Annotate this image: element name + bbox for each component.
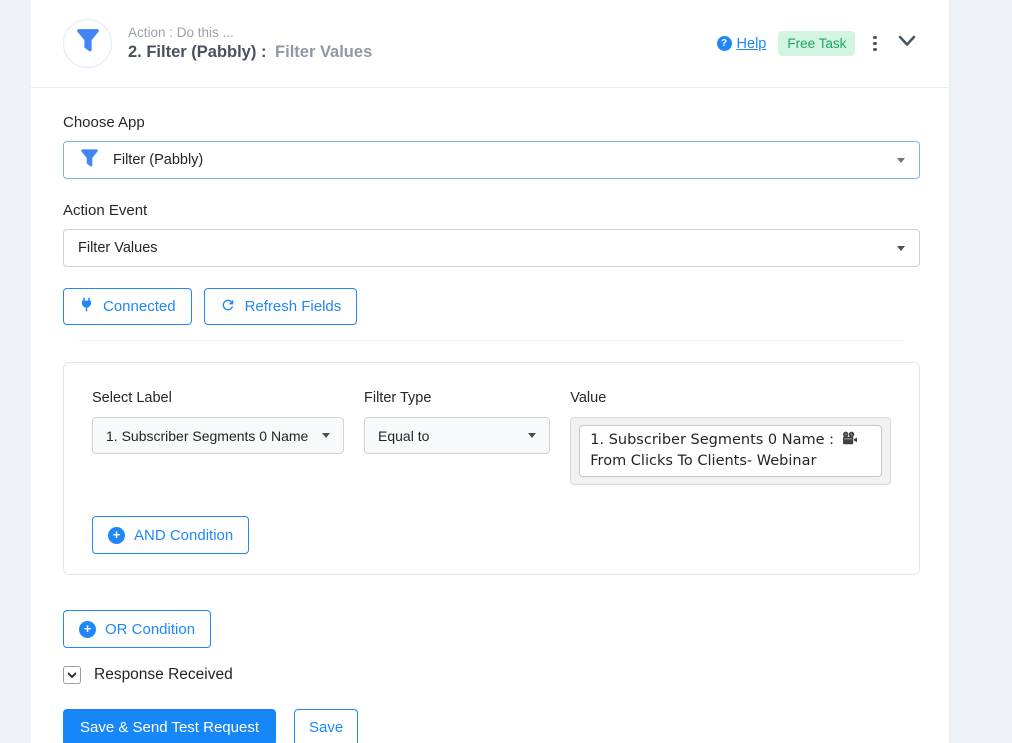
filter-funnel-icon xyxy=(73,26,103,61)
refresh-fields-button-label: Refresh Fields xyxy=(244,298,342,315)
select-label-dropdown[interactable]: 1. Subscriber Segments 0 Name xyxy=(92,417,344,454)
caret-down-icon xyxy=(528,433,537,438)
and-condition-button[interactable]: AND Condition xyxy=(92,516,250,555)
value-token-mapped: From Clicks To Clients- Webinar xyxy=(590,453,817,470)
refresh-arrows-icon xyxy=(220,297,236,317)
chevron-down-icon xyxy=(897,34,917,53)
save-button[interactable]: Save xyxy=(294,709,359,743)
caret-down-icon xyxy=(322,433,330,438)
save-buttons-row: Save & Send Test Request Save xyxy=(31,709,949,743)
value-input[interactable]: 1. Subscriber Segments 0 Name : From Cli… xyxy=(579,425,882,478)
response-received-row: Response Received xyxy=(31,666,949,685)
connected-button-label: Connected xyxy=(103,298,176,315)
help-link-label: Help xyxy=(736,35,767,52)
select-label-heading: Select Label xyxy=(92,390,172,406)
caret-down-icon xyxy=(897,245,905,251)
or-condition-button-label: OR Condition xyxy=(105,620,196,638)
connected-button[interactable]: Connected xyxy=(63,288,192,325)
step-header: Action : Do this ... 2. Filter (Pabbly) … xyxy=(31,0,949,88)
choose-app-label: Choose App xyxy=(63,114,145,131)
condition-group-box: Select Label 1. Subscriber Segments 0 Na… xyxy=(63,362,920,576)
save-send-test-button[interactable]: Save & Send Test Request xyxy=(63,709,277,743)
response-received-label: Response Received xyxy=(94,666,233,684)
value-column: Value 1. Subscriber Segments 0 Name : Fr… xyxy=(570,390,891,486)
filter-type-value: Equal to xyxy=(378,427,430,444)
value-heading: Value xyxy=(570,390,607,406)
or-condition-button[interactable]: OR Condition xyxy=(63,610,212,649)
step-title: 2. Filter (Pabbly) : Filter Values xyxy=(128,43,717,62)
action-event-select[interactable]: Filter Values xyxy=(63,229,920,267)
action-event-label: Action Event xyxy=(63,202,148,219)
filter-type-column: Filter Type Equal to xyxy=(364,390,551,485)
refresh-fields-button[interactable]: Refresh Fields xyxy=(203,288,358,325)
app-config-section: Choose App Filter (Pabbly) Action Event … xyxy=(31,88,949,341)
response-collapse-toggle[interactable] xyxy=(63,666,81,685)
choose-app-select[interactable]: Filter (Pabbly) xyxy=(63,141,920,179)
action-event-value: Filter Values xyxy=(78,240,158,256)
step-title-event: Filter Values xyxy=(275,43,373,61)
condition-row: Select Label 1. Subscriber Segments 0 Na… xyxy=(92,390,891,486)
or-condition-row: OR Condition xyxy=(31,575,949,649)
step-titles: Action : Do this ... 2. Filter (Pabbly) … xyxy=(128,25,717,62)
and-condition-button-label: AND Condition xyxy=(134,526,234,544)
filter-type-heading: Filter Type xyxy=(364,390,432,406)
select-label-column: Select Label 1. Subscriber Segments 0 Na… xyxy=(92,390,344,485)
value-field-wrapper: 1. Subscriber Segments 0 Name : From Cli… xyxy=(570,417,891,486)
filter-type-dropdown[interactable]: Equal to xyxy=(364,417,551,454)
value-token-text: 1. Subscriber Segments 0 Name : xyxy=(590,432,839,448)
collapse-step-button[interactable] xyxy=(895,32,919,55)
app-logo-circle xyxy=(63,19,112,68)
caret-down-icon xyxy=(897,157,905,163)
condition-section: Select Label 1. Subscriber Segments 0 Na… xyxy=(31,341,949,576)
choose-app-value: Filter (Pabbly) xyxy=(113,152,204,168)
kebab-menu-icon[interactable] xyxy=(867,32,883,56)
step-subtitle: Action : Do this ... xyxy=(128,25,234,40)
plus-circle-icon xyxy=(79,620,96,638)
filter-funnel-icon xyxy=(78,147,101,174)
chevron-down-icon xyxy=(67,666,77,684)
step-title-name: 2. Filter (Pabbly) : xyxy=(128,43,267,61)
help-link[interactable]: Help xyxy=(716,35,767,52)
action-step-card: Action : Do this ... 2. Filter (Pabbly) … xyxy=(31,0,949,743)
movie-camera-icon xyxy=(841,431,858,452)
connection-buttons-row: Connected Refresh Fields xyxy=(63,288,920,325)
select-label-value: 1. Subscriber Segments 0 Name xyxy=(106,427,309,444)
plus-circle-icon xyxy=(108,526,125,544)
question-circle-icon xyxy=(716,36,732,51)
plug-icon xyxy=(79,297,94,316)
header-actions: Help Free Task xyxy=(716,31,919,56)
free-task-badge: Free Task xyxy=(778,31,856,56)
